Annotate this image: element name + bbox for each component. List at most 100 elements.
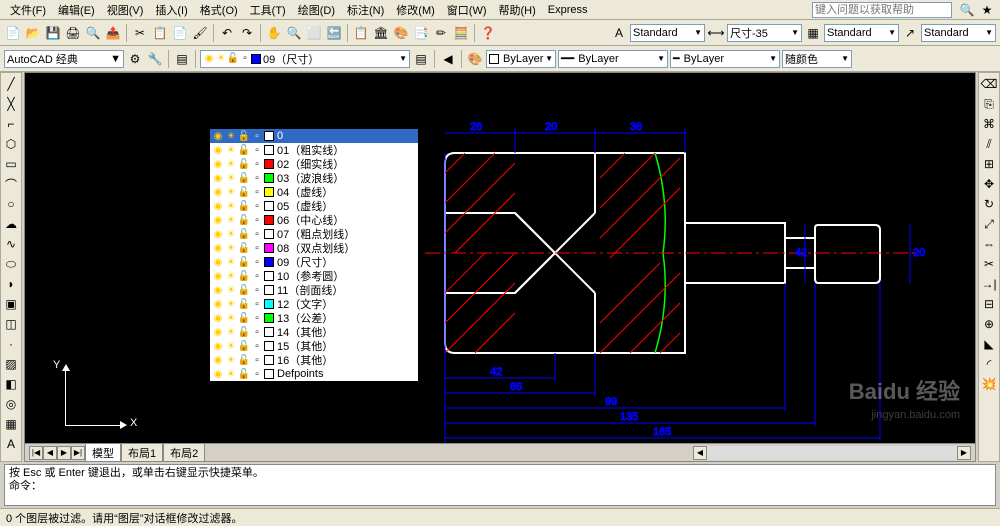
array-icon[interactable]: ⊞ — [980, 155, 998, 173]
linetype-combo[interactable]: ━━ByLayer▼ — [558, 50, 668, 68]
extend-icon[interactable]: →| — [980, 275, 998, 293]
menu-dimension[interactable]: 标注(N) — [341, 0, 390, 20]
print-icon[interactable]: 🖨 — [64, 24, 82, 42]
publish-icon[interactable]: 📤 — [104, 24, 122, 42]
layer-row[interactable]: ◉☀🔓▫12（文字） — [210, 297, 418, 311]
markup-icon[interactable]: ✏ — [432, 24, 450, 42]
preview-icon[interactable]: 🔍 — [84, 24, 102, 42]
layer-row[interactable]: ◉☀🔓▫08（双点划线） — [210, 241, 418, 255]
rect-icon[interactable]: ▭ — [2, 155, 20, 173]
new-icon[interactable]: 📄 — [4, 24, 22, 42]
menu-window[interactable]: 窗口(W) — [441, 0, 493, 20]
lineweight-combo[interactable]: ━ByLayer▼ — [670, 50, 780, 68]
menu-draw[interactable]: 绘图(D) — [292, 0, 341, 20]
xline-icon[interactable]: ╳ — [2, 95, 20, 113]
search-icon[interactable]: 🔍 — [958, 1, 976, 19]
paste-icon[interactable]: 📄 — [171, 24, 189, 42]
polygon-icon[interactable]: ⬡ — [2, 135, 20, 153]
dim-style-combo[interactable]: 尺寸-35▼ — [727, 24, 802, 42]
tool-palette-icon[interactable]: 🎨 — [392, 24, 410, 42]
mleader-icon[interactable]: ↗ — [901, 24, 919, 42]
mirror-icon[interactable]: ⌘ — [980, 115, 998, 133]
pline-icon[interactable]: ⌐ — [2, 115, 20, 133]
open-icon[interactable]: 📂 — [24, 24, 42, 42]
layer-dropdown[interactable]: ◉☀🔓▫0◉☀🔓▫01（粗实线）◉☀🔓▫02（细实线）◉☀🔓▫03（波浪线）◉☀… — [209, 128, 419, 382]
circle-icon[interactable]: ○ — [2, 195, 20, 213]
ellipse-icon[interactable]: ⬭ — [2, 255, 20, 273]
layer-row[interactable]: ◉☀🔓▫01（粗实线） — [210, 143, 418, 157]
layer-row[interactable]: ◉☀🔓▫Defpoints — [210, 367, 418, 381]
layer-row[interactable]: ◉☀🔓▫09（尺寸） — [210, 255, 418, 269]
mtext-icon[interactable]: A — [2, 435, 20, 453]
layer-row[interactable]: ◉☀🔓▫05（虚线） — [210, 199, 418, 213]
layer-row[interactable]: ◉☀🔓▫14（其他） — [210, 325, 418, 339]
menu-format[interactable]: 格式(O) — [194, 0, 244, 20]
menu-express[interactable]: Express — [542, 2, 594, 18]
tab-model[interactable]: 模型 — [85, 443, 121, 462]
menu-view[interactable]: 视图(V) — [101, 0, 150, 20]
layer-combo[interactable]: ◉☀🔓▫ 09（尺寸）▼ — [200, 50, 410, 68]
design-center-icon[interactable]: 🏛 — [372, 24, 390, 42]
tab-first-icon[interactable]: |◀ — [29, 446, 43, 460]
color-combo[interactable]: ByLayer▼ — [486, 50, 556, 68]
layer-row[interactable]: ◉☀🔓▫15（其他） — [210, 339, 418, 353]
revcloud-icon[interactable]: ☁ — [2, 215, 20, 233]
command-line[interactable]: 按 Esc 或 Enter 键退出，或单击右键显示快捷菜单。 命令： — [4, 464, 996, 506]
scroll-right-icon[interactable]: ▶ — [957, 446, 971, 460]
copy-obj-icon[interactable]: ⎘ — [980, 95, 998, 113]
stretch-icon[interactable]: ⇔ — [980, 235, 998, 253]
layer-row[interactable]: ◉☀🔓▫04（虚线） — [210, 185, 418, 199]
region-icon[interactable]: ◎ — [2, 395, 20, 413]
drawing-canvas[interactable]: Y X — [24, 72, 976, 462]
zoom-window-icon[interactable]: ⬜ — [305, 24, 323, 42]
calc-icon[interactable]: 🧮 — [452, 24, 470, 42]
table-draw-icon[interactable]: ▦ — [2, 415, 20, 433]
erase-icon[interactable]: ⌫ — [980, 75, 998, 93]
line-icon[interactable]: ╱ — [2, 75, 20, 93]
layer-props-icon[interactable]: ▤ — [173, 50, 191, 68]
tab-last-icon[interactable]: ▶| — [71, 446, 85, 460]
arc-icon[interactable]: ⌒ — [2, 175, 20, 193]
zoom-prev-icon[interactable]: 🔙 — [325, 24, 343, 42]
scale-icon[interactable]: ⤢ — [980, 215, 998, 233]
layer-row[interactable]: ◉☀🔓▫06（中心线） — [210, 213, 418, 227]
layer-row[interactable]: ◉☀🔓▫03（波浪线） — [210, 171, 418, 185]
block-icon[interactable]: ▣ — [2, 295, 20, 313]
move-icon[interactable]: ✥ — [980, 175, 998, 193]
make-block-icon[interactable]: ◫ — [2, 315, 20, 333]
offset-icon[interactable]: ⫽ — [980, 135, 998, 153]
star-icon[interactable]: ★ — [978, 1, 996, 19]
properties-icon[interactable]: 📋 — [352, 24, 370, 42]
cut-icon[interactable]: ✂ — [131, 24, 149, 42]
menu-tools[interactable]: 工具(T) — [244, 0, 292, 20]
workspace-settings-icon[interactable]: ⚙ — [126, 50, 144, 68]
text-style-combo[interactable]: Standard▼ — [630, 24, 705, 42]
layer-row[interactable]: ◉☀🔓▫11（剖面线） — [210, 283, 418, 297]
workspace-combo[interactable]: AutoCAD 经典▼ — [4, 50, 124, 68]
tab-layout1[interactable]: 布局1 — [121, 443, 163, 462]
table-style-combo[interactable]: Standard▼ — [824, 24, 899, 42]
table-icon[interactable]: ▦ — [804, 24, 822, 42]
help-icon[interactable]: ❓ — [479, 24, 497, 42]
match-icon[interactable]: 🖌 — [191, 24, 209, 42]
layer-row[interactable]: ◉☀🔓▫13（公差） — [210, 311, 418, 325]
fillet-icon[interactable]: ◜ — [980, 355, 998, 373]
tab-layout2[interactable]: 布局2 — [163, 443, 205, 462]
layer-prev-icon[interactable]: ◀ — [439, 50, 457, 68]
gradient-icon[interactable]: ◧ — [2, 375, 20, 393]
undo-icon[interactable]: ↶ — [218, 24, 236, 42]
trim-icon[interactable]: ✂ — [980, 255, 998, 273]
menu-file[interactable]: 文件(F) — [4, 0, 52, 20]
menu-edit[interactable]: 编辑(E) — [52, 0, 101, 20]
menu-insert[interactable]: 插入(I) — [149, 0, 193, 20]
color-icon[interactable]: 🎨 — [466, 50, 484, 68]
spline-icon[interactable]: ∿ — [2, 235, 20, 253]
save-icon[interactable]: 💾 — [44, 24, 62, 42]
layer-row[interactable]: ◉☀🔓▫07（粗点划线） — [210, 227, 418, 241]
tab-next-icon[interactable]: ▶ — [57, 446, 71, 460]
gear-icon[interactable]: 🔧 — [146, 50, 164, 68]
sheet-icon[interactable]: 📑 — [412, 24, 430, 42]
menu-help[interactable]: 帮助(H) — [493, 0, 542, 20]
ellipse-arc-icon[interactable]: ◗ — [2, 275, 20, 293]
style-icon[interactable]: A — [610, 24, 628, 42]
